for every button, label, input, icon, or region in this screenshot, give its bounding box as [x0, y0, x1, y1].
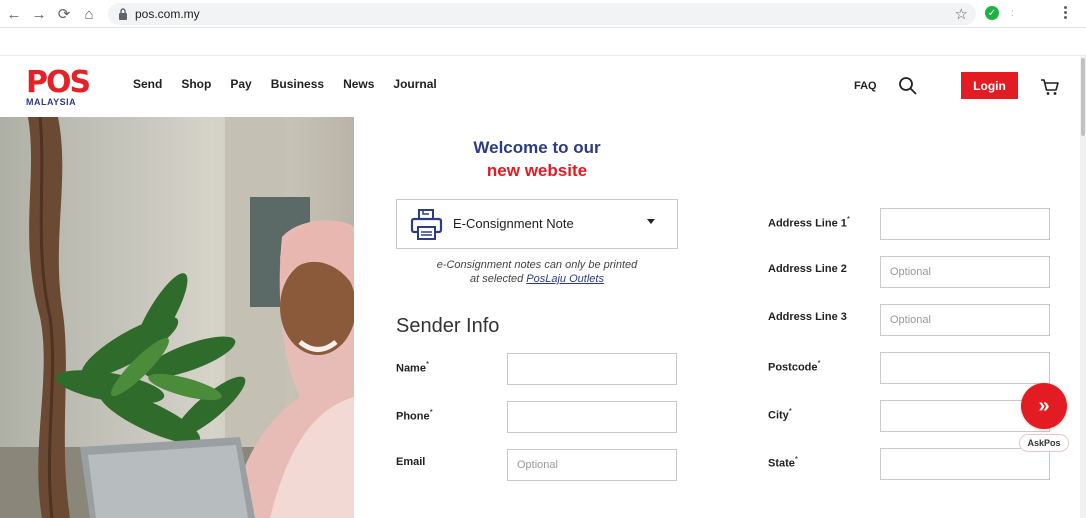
postcode-label: Postcode*: [768, 359, 821, 374]
nav-shop[interactable]: Shop: [181, 77, 211, 91]
econsignment-note: e-Consignment notes can only be printed …: [396, 258, 678, 286]
postcode-field[interactable]: [880, 352, 1050, 384]
welcome-line2: new website: [486, 161, 588, 180]
search-icon[interactable]: [898, 76, 918, 96]
address-line2-label: Address Line 2: [768, 263, 847, 275]
faq-link[interactable]: FAQ: [854, 80, 877, 92]
city-label: City*: [768, 407, 792, 422]
econsignment-note-line2: at selected PosLaju Outlets: [396, 272, 678, 286]
lock-icon: [119, 8, 127, 20]
name-label: Name*: [396, 360, 430, 375]
logo-wordmark: POS: [26, 65, 91, 100]
reload-icon[interactable]: ⟳: [54, 4, 74, 24]
bookmark-star-icon[interactable]: ☆: [955, 5, 968, 23]
sender-info-title: Sender Info: [396, 315, 500, 337]
econsignment-note-line1: e-Consignment notes can only be printed: [436, 259, 638, 271]
poslaju-outlets-link[interactable]: PosLaju Outlets: [526, 273, 604, 285]
address-line1-field[interactable]: [880, 208, 1050, 240]
address-bar[interactable]: pos.com.my ☆: [108, 3, 976, 25]
welcome-line1: Welcome to our: [473, 138, 601, 157]
forward-icon[interactable]: →: [29, 4, 49, 24]
hero-photo: [0, 117, 354, 518]
browser-toolbar: ← → ⟳ ⌂ pos.com.my ☆ ✓ :: [0, 0, 1086, 28]
state-label: State*: [768, 455, 799, 470]
back-icon[interactable]: ←: [4, 4, 24, 24]
phone-field[interactable]: [507, 401, 677, 433]
nav-business[interactable]: Business: [271, 77, 324, 91]
home-icon[interactable]: ⌂: [79, 4, 99, 24]
phone-label: Phone*: [396, 408, 433, 423]
email-field[interactable]: Optional: [507, 449, 677, 481]
site-header: POS MALAYSIA Send Shop Pay Business News…: [0, 55, 1086, 117]
econsignment-dropdown[interactable]: E-Consignment Note: [396, 199, 678, 249]
note-prefix: at selected: [470, 273, 527, 285]
address-line3-label: Address Line 3: [768, 311, 847, 323]
main-nav: Send Shop Pay Business News Journal: [133, 77, 456, 91]
extension-separator: :: [1011, 8, 1014, 19]
address-line2-field[interactable]: Optional: [880, 256, 1050, 288]
askpos-chat-button[interactable]: » AskPos: [1019, 383, 1069, 455]
nav-pay[interactable]: Pay: [230, 77, 251, 91]
hero-illustration: [0, 117, 354, 518]
name-field[interactable]: [507, 353, 677, 385]
printer-icon: [410, 209, 443, 240]
address-line1-label: Address Line 1*: [768, 215, 850, 230]
logo-subtitle: MALAYSIA: [26, 97, 77, 107]
page-scrollbar[interactable]: [1080, 56, 1086, 518]
chat-arrows-icon[interactable]: »: [1021, 383, 1067, 429]
url-text: pos.com.my: [135, 7, 200, 21]
chevron-down-icon: [647, 219, 655, 224]
email-label: Email: [396, 456, 426, 468]
browser-menu-icon[interactable]: [1064, 6, 1068, 22]
extension-check-icon[interactable]: ✓: [985, 6, 999, 20]
login-button[interactable]: Login: [961, 72, 1018, 99]
askpos-label[interactable]: AskPos: [1019, 434, 1069, 452]
nav-journal[interactable]: Journal: [393, 77, 436, 91]
nav-send[interactable]: Send: [133, 77, 162, 91]
econsignment-label: E-Consignment Note: [453, 216, 574, 231]
scrollbar-thumb[interactable]: [1081, 58, 1085, 136]
nav-news[interactable]: News: [343, 77, 374, 91]
cart-icon[interactable]: [1040, 78, 1060, 96]
address-line3-field[interactable]: Optional: [880, 304, 1050, 336]
welcome-heading: Welcome to our new website: [396, 136, 678, 182]
pos-malaysia-logo[interactable]: POS MALAYSIA: [26, 68, 104, 112]
